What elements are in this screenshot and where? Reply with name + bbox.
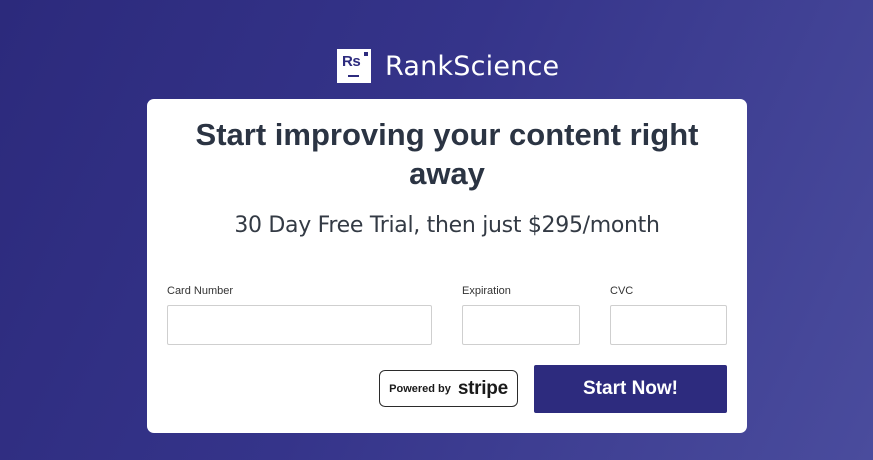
- card-number-label: Card Number: [167, 285, 234, 297]
- rankscience-logo-icon: Rs: [337, 49, 371, 83]
- brand: Rs RankScience: [337, 49, 559, 83]
- expiration-input[interactable]: [462, 305, 580, 345]
- card-number-input[interactable]: [167, 305, 432, 345]
- cvc-label: CVC: [610, 285, 634, 297]
- brand-name: RankScience: [385, 50, 560, 82]
- page-title: Start improving your content right away: [195, 117, 699, 191]
- powered-by-text: Powered by: [389, 382, 451, 395]
- expiration-label: Expiration: [462, 285, 511, 297]
- start-now-button[interactable]: Start Now!: [534, 365, 727, 413]
- signup-card: Start improving your content right away …: [147, 99, 747, 433]
- cvc-input[interactable]: [610, 305, 727, 345]
- logo-dot: [364, 52, 368, 56]
- pricing-subtitle: 30 Day Free Trial, then just $295/month: [234, 213, 660, 238]
- logo-text: Rs: [342, 53, 361, 70]
- logo-bar: [348, 75, 359, 77]
- stripe-logo-text: stripe: [457, 377, 508, 399]
- powered-by-stripe-badge[interactable]: Powered by stripe: [379, 370, 518, 407]
